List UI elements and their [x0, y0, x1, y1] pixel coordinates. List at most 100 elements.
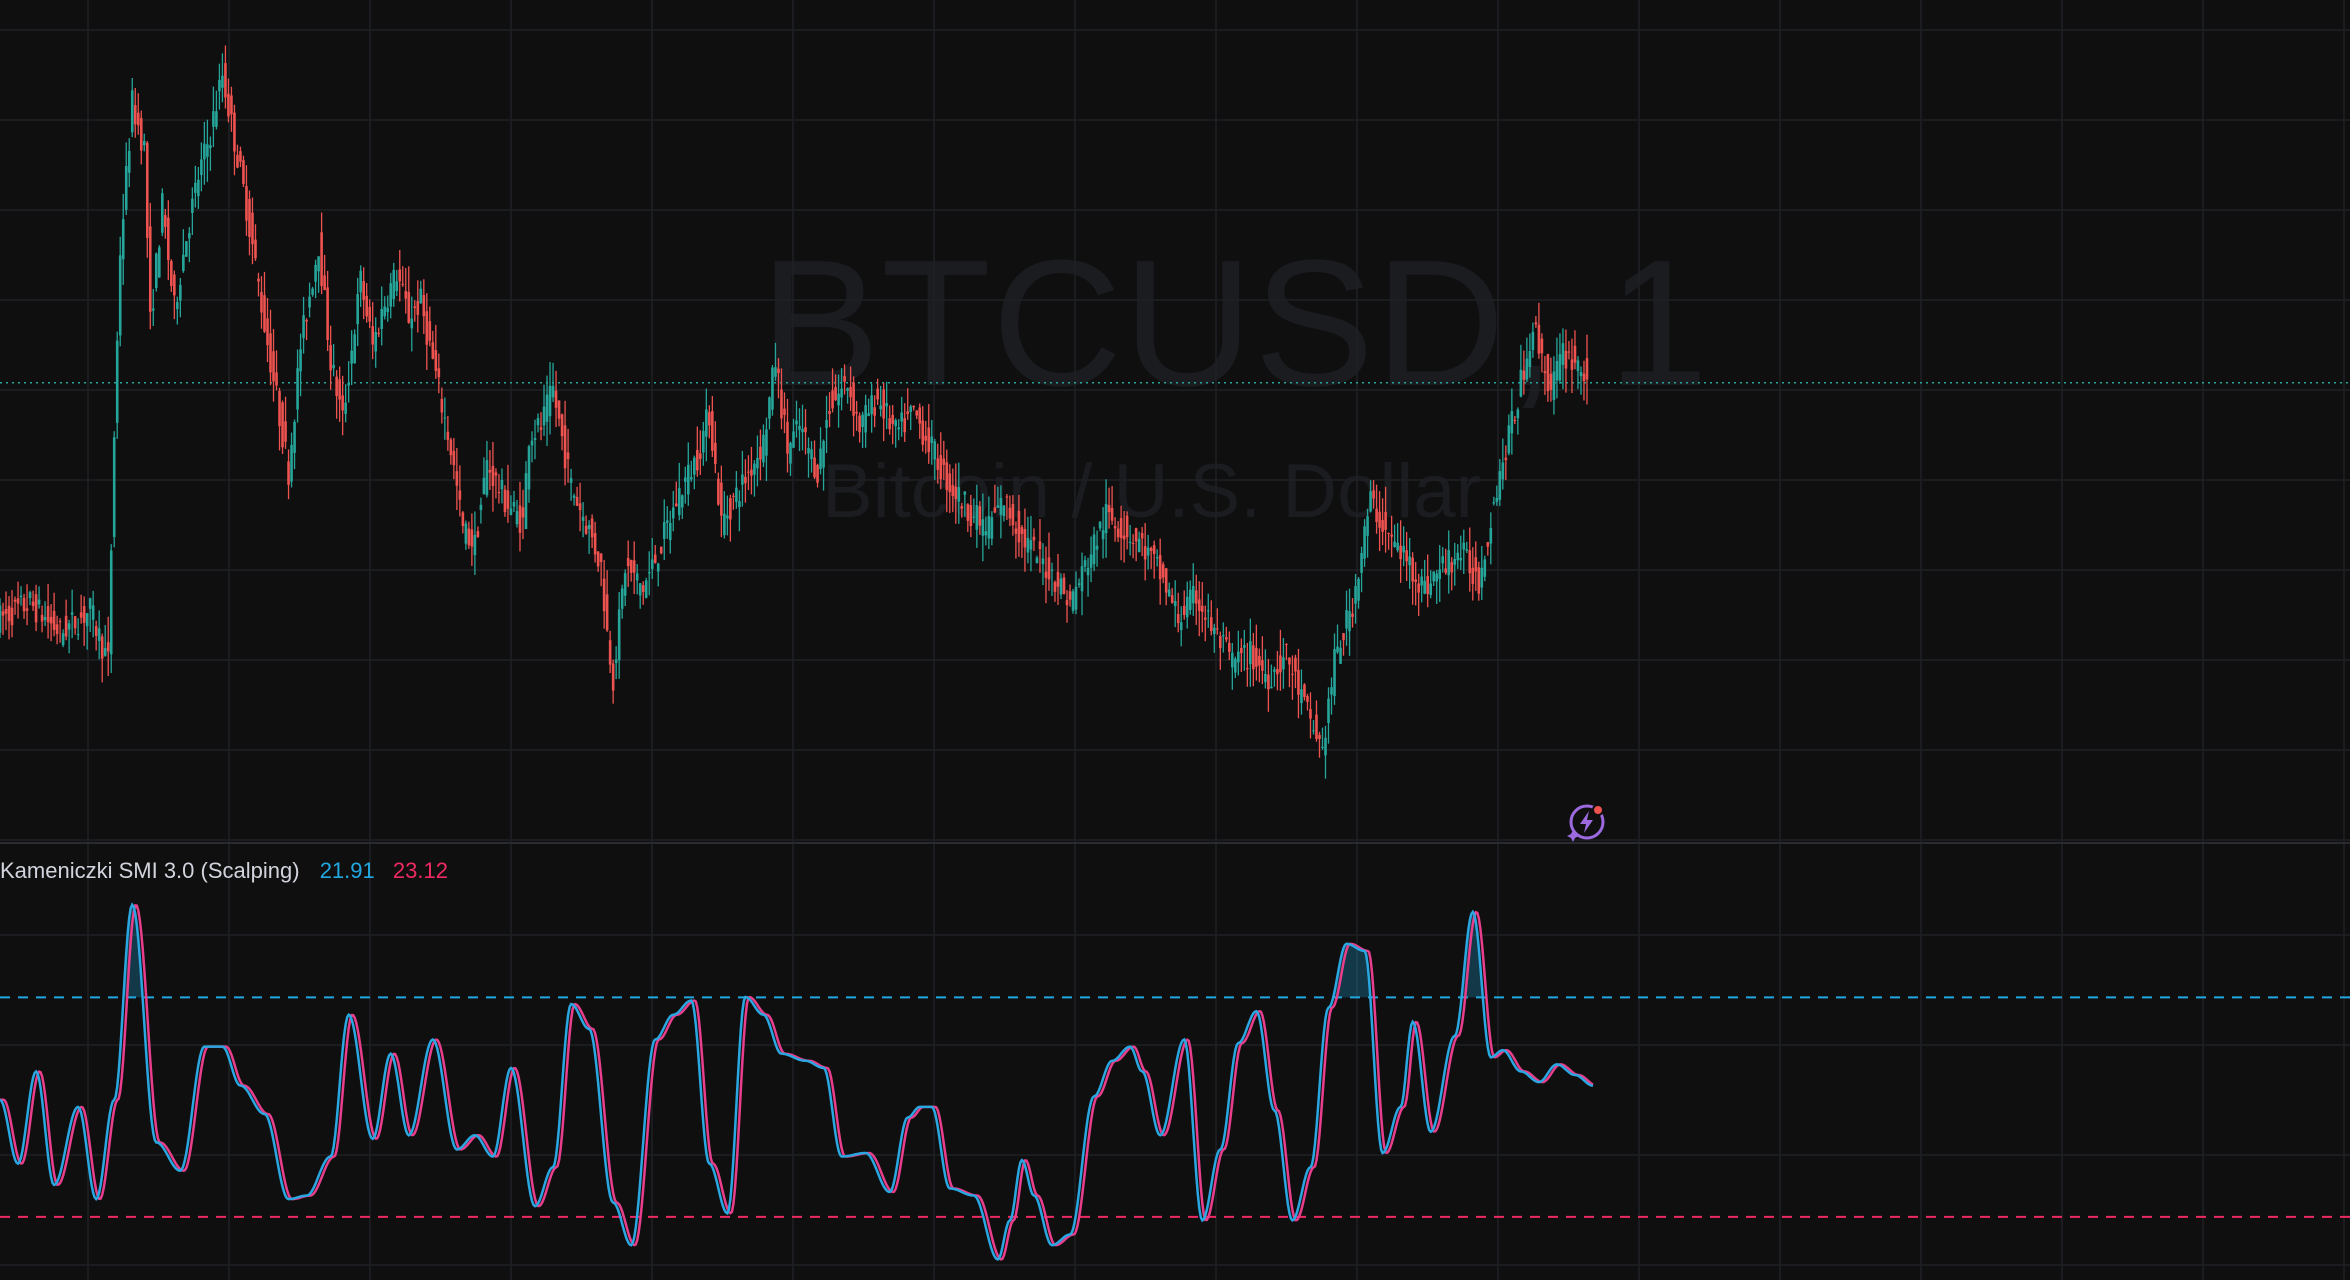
candle	[1318, 731, 1321, 758]
candle-body	[765, 429, 768, 456]
candle-body	[981, 519, 985, 536]
candle	[1062, 573, 1066, 595]
candle	[512, 490, 516, 512]
candle	[1561, 328, 1565, 390]
candle-body	[1107, 505, 1111, 513]
candle-body	[1014, 528, 1018, 534]
candle-body	[1354, 586, 1357, 604]
candle-body	[176, 302, 179, 310]
candle-body	[167, 217, 170, 261]
candle-body	[67, 623, 71, 630]
candle-body	[620, 588, 624, 609]
indicator-legend[interactable]: Kameniczki SMI 3.0 (Scalping) 21.91 23.1…	[0, 858, 448, 884]
candle-body	[1381, 519, 1384, 532]
candle	[759, 429, 762, 481]
candle	[464, 520, 468, 550]
candle-body	[1294, 657, 1297, 672]
candle	[254, 224, 257, 261]
candle-body	[509, 508, 513, 515]
candle-body	[1122, 535, 1126, 540]
candle	[1537, 302, 1541, 359]
candle	[858, 412, 861, 443]
candle-body	[647, 572, 651, 574]
candle-body	[392, 269, 396, 300]
candle	[671, 490, 675, 532]
candle-body	[28, 592, 32, 599]
candle-body	[1570, 359, 1574, 370]
candle-body	[614, 659, 618, 663]
candle-body	[819, 448, 822, 470]
candle	[1468, 527, 1472, 592]
candle-body	[368, 306, 371, 322]
candle-body	[1483, 559, 1487, 577]
chart-area[interactable]: BTCUSD, 1 Bitcoin / U.S. Dollar Kamenicz…	[0, 0, 2350, 1280]
candle	[1017, 494, 1021, 557]
chart-canvas[interactable]	[0, 0, 2350, 1280]
candle-body	[308, 296, 311, 308]
candle	[28, 590, 32, 606]
candle	[1339, 640, 1342, 664]
candle	[765, 417, 768, 482]
candle-body	[1246, 668, 1249, 670]
candle-body	[1456, 552, 1460, 561]
candle	[1176, 592, 1180, 633]
candle	[470, 513, 474, 566]
candle-body	[930, 436, 934, 443]
candle-body	[1044, 571, 1048, 578]
candle-body	[281, 402, 284, 448]
candle	[747, 455, 750, 491]
candle-body	[1528, 351, 1532, 367]
candle-body	[747, 471, 750, 473]
candle-body	[317, 256, 320, 272]
candle-body	[551, 385, 555, 398]
candle-body	[1351, 613, 1354, 617]
candle-body	[197, 179, 200, 197]
candle-body	[726, 515, 729, 519]
candle-body	[118, 255, 122, 336]
candle	[545, 375, 549, 446]
candle-body	[650, 559, 654, 569]
candle-body	[644, 580, 648, 598]
candle	[130, 77, 134, 138]
candle	[732, 492, 735, 510]
candle-body	[359, 270, 362, 293]
candle-body	[341, 395, 344, 411]
candle	[1312, 719, 1315, 735]
candle	[798, 408, 801, 452]
candle	[1225, 626, 1228, 643]
candle	[1098, 521, 1102, 532]
lightning-sparkle-icon[interactable]	[1565, 800, 1609, 844]
candle-body	[738, 501, 741, 508]
candle	[804, 409, 807, 455]
candle-body	[22, 597, 26, 612]
candle-body	[404, 290, 408, 299]
candle-body	[1243, 645, 1246, 648]
candle	[269, 309, 272, 386]
candle-body	[1471, 567, 1475, 584]
candle	[236, 144, 239, 169]
candle-body	[40, 614, 44, 622]
candle	[1131, 534, 1135, 559]
candle-body	[1285, 644, 1288, 646]
candle	[1411, 552, 1414, 605]
candle-body	[1098, 521, 1102, 529]
candle	[296, 349, 299, 423]
candle-body	[1140, 532, 1144, 539]
candle-body	[578, 503, 582, 511]
candle	[467, 521, 471, 549]
candle-body	[1372, 490, 1375, 499]
candle-body	[1179, 622, 1183, 631]
candle-body	[876, 388, 879, 400]
candle-body	[927, 427, 931, 453]
lightning-sparkle-icon-graphic	[1567, 804, 1605, 842]
candle-body	[1300, 689, 1303, 704]
candle-body	[632, 560, 636, 573]
candle	[1170, 587, 1174, 604]
candle	[1402, 526, 1405, 567]
candle-body	[314, 264, 317, 282]
candle	[1336, 624, 1339, 654]
candle	[894, 418, 897, 448]
candle	[1489, 512, 1493, 565]
candle	[302, 297, 305, 354]
overbought-fill	[124, 904, 1484, 998]
